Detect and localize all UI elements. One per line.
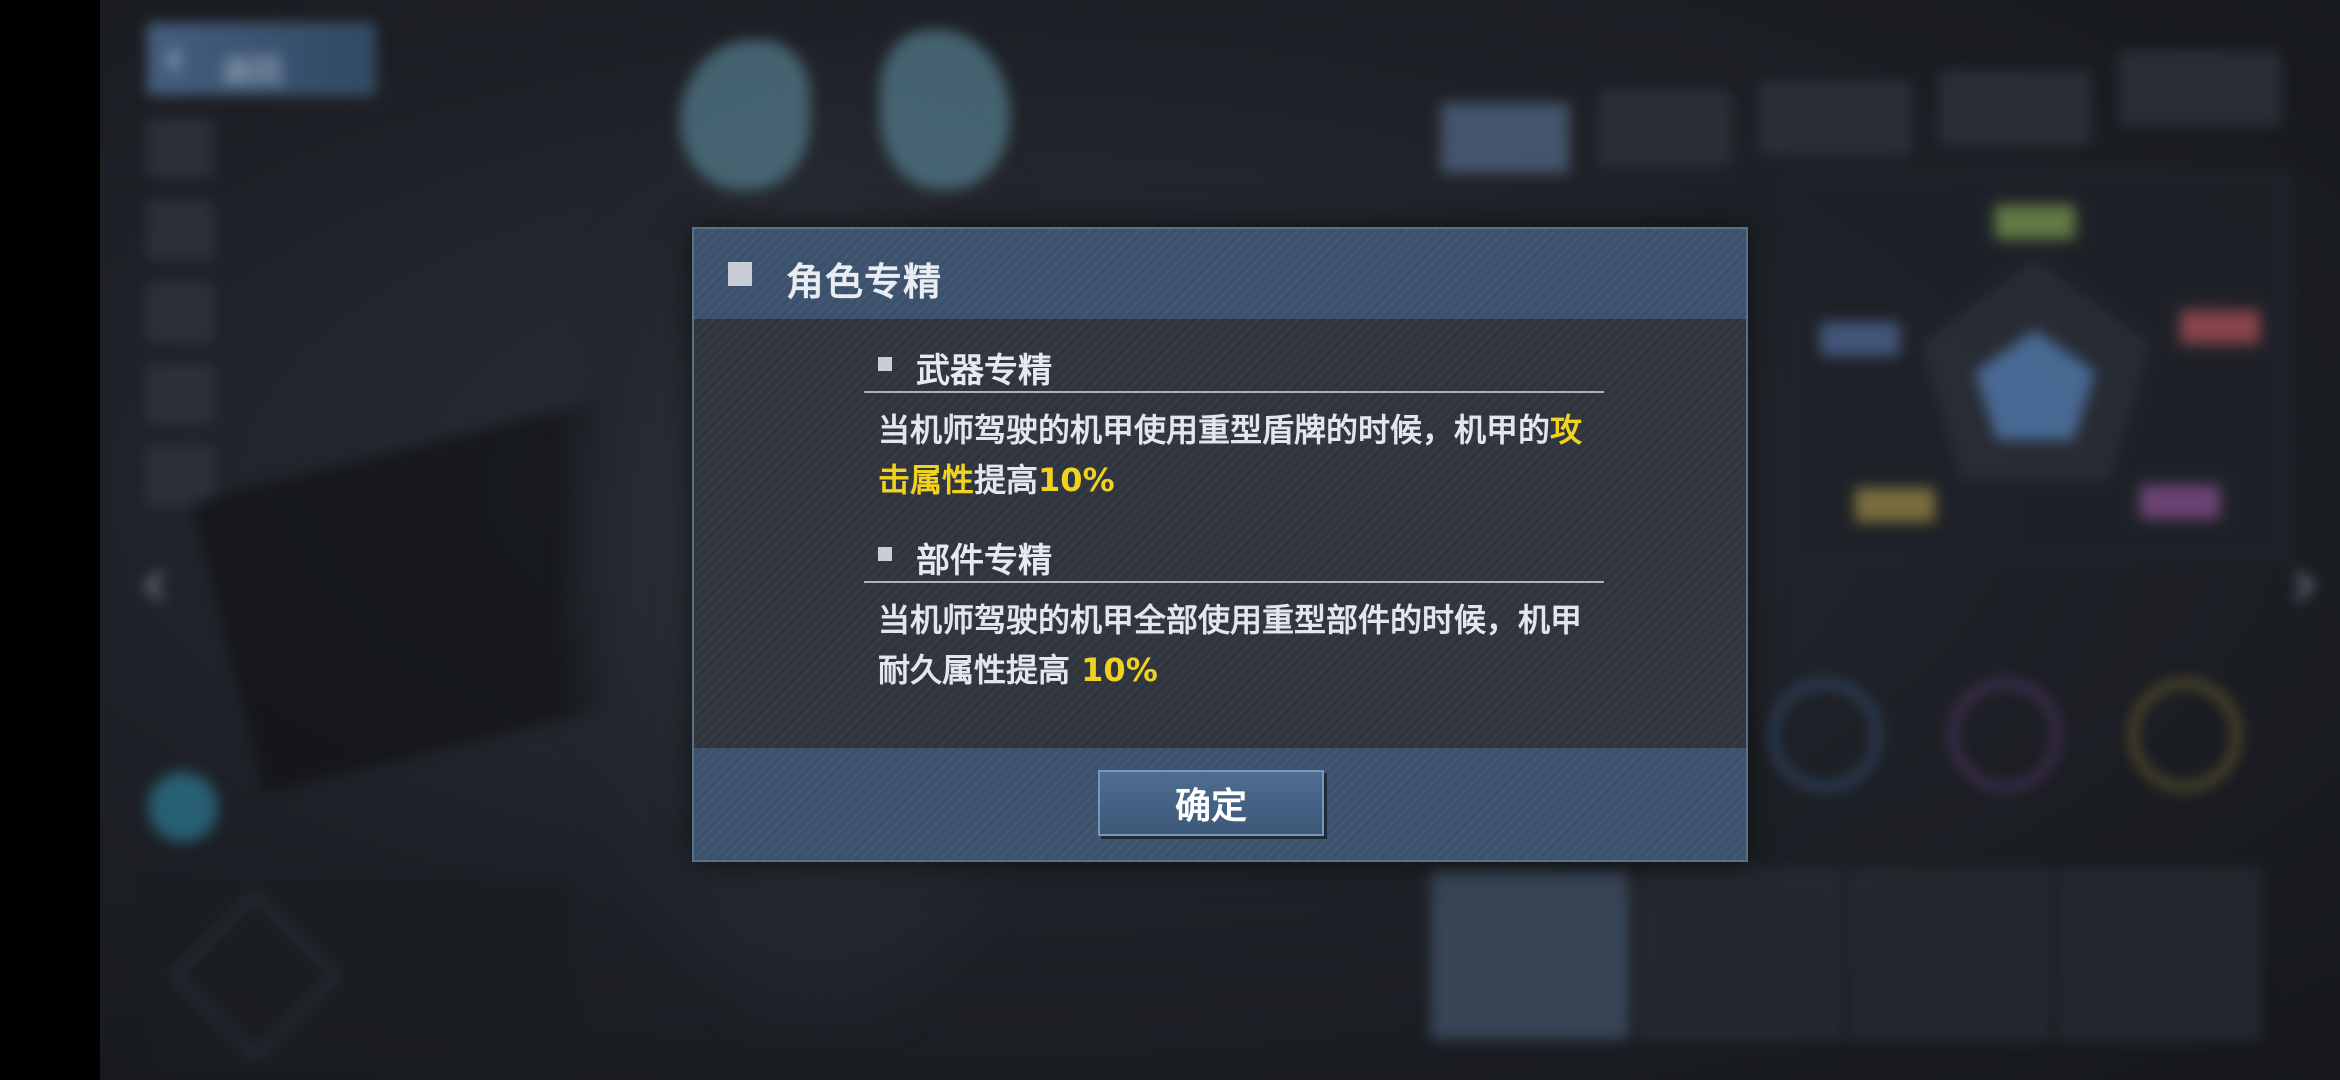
- specialization-dialog: 角色专精 武器专精 当机师驾驶的机甲使用重型盾牌的时候，机甲的攻击属性提高10%…: [692, 227, 1748, 862]
- description-text: 当机师驾驶的机甲全部使用重型部件的时候，机甲耐久属性提高: [878, 601, 1583, 689]
- weapon-specialization-section: 武器专精 当机师驾驶的机甲使用重型盾牌的时候，机甲的攻击属性提高10%: [864, 335, 1604, 505]
- stat-tag-top: [1995, 205, 2075, 239]
- dialog-footer: 确定: [694, 748, 1746, 860]
- dialog-header: 角色专精: [694, 229, 1746, 319]
- section-title: 武器专精: [916, 351, 1052, 391]
- section-square-icon: [878, 357, 892, 371]
- side-menu-icon-1[interactable]: [148, 120, 212, 176]
- favorite-icon[interactable]: [148, 772, 218, 842]
- section-square-icon: [878, 547, 892, 561]
- back-button[interactable]: ‹ 返回: [148, 24, 374, 94]
- prev-arrow-icon[interactable]: ‹: [140, 540, 169, 624]
- part-specialization-section: 部件专精 当机师驾驶的机甲全部使用重型部件的时候，机甲耐久属性提高 10%: [864, 525, 1604, 695]
- tab-5[interactable]: [2120, 52, 2280, 124]
- stat-tag-bottom-left: [1855, 488, 1935, 522]
- skill-bolt-icon[interactable]: [1950, 680, 2060, 790]
- stat-tag-left: [1820, 322, 1900, 356]
- skill-shield-icon[interactable]: [1770, 680, 1880, 790]
- tab-4[interactable]: [1940, 72, 2090, 144]
- section-description: 当机师驾驶的机甲全部使用重型部件的时候，机甲耐久属性提高 10%: [864, 583, 1604, 695]
- stat-tag-right: [2180, 310, 2260, 344]
- section-header: 部件专精: [864, 525, 1604, 583]
- next-arrow-icon[interactable]: ›: [2290, 540, 2319, 624]
- equip-card-4[interactable]: [2060, 870, 2260, 1040]
- equip-card-2[interactable]: [1640, 870, 1840, 1040]
- bonus-value: 10%: [1038, 461, 1115, 499]
- skill-ring-icon[interactable]: [2130, 680, 2240, 790]
- side-menu-icon-3[interactable]: [148, 284, 212, 340]
- tab-3[interactable]: [1760, 82, 1910, 154]
- section-description: 当机师驾驶的机甲使用重型盾牌的时候，机甲的攻击属性提高10%: [864, 393, 1604, 505]
- section-title: 部件专精: [916, 541, 1052, 581]
- tab-1[interactable]: [1440, 102, 1570, 174]
- side-menu-icon-5[interactable]: [148, 448, 212, 504]
- section-header: 武器专精: [864, 335, 1604, 393]
- tab-2[interactable]: [1600, 92, 1730, 164]
- back-chevron-icon: ‹: [164, 28, 185, 88]
- title-square-icon: [728, 262, 752, 286]
- dialog-title: 角色专精: [786, 260, 943, 304]
- equip-card-1[interactable]: [1430, 870, 1630, 1040]
- back-label: 返回: [222, 54, 282, 89]
- stat-tag-bottom-right: [2140, 485, 2220, 519]
- confirm-button[interactable]: 确定: [1098, 770, 1324, 836]
- equip-card-3[interactable]: [1850, 870, 2050, 1040]
- side-menu-icon-4[interactable]: [148, 366, 212, 422]
- description-text: 提高: [974, 461, 1039, 499]
- description-text: 当机师驾驶的机甲使用重型盾牌的时候，机甲的: [878, 411, 1551, 449]
- side-menu-icon-2[interactable]: [148, 202, 212, 258]
- bonus-value: 10%: [1081, 651, 1158, 689]
